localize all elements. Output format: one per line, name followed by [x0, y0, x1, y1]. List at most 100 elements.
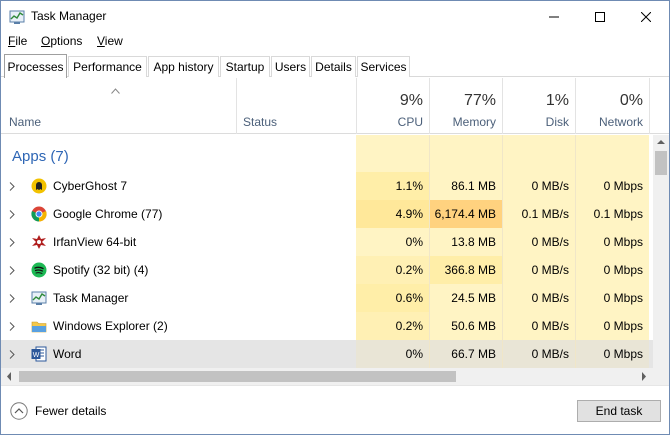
chevron-right-icon[interactable]	[9, 322, 15, 331]
end-task-button[interactable]: End task	[577, 400, 661, 422]
chevron-right-icon[interactable]	[9, 266, 15, 275]
tab-details[interactable]: Details	[311, 56, 356, 77]
tab-strip: Processes Performance App history Startu…	[1, 54, 669, 78]
scroll-right-icon[interactable]	[641, 372, 647, 381]
tab-processes[interactable]: Processes	[4, 54, 67, 78]
table-row-selected[interactable]: W Word 0% 66.7 MB 0 MB/s 0 Mbps	[1, 340, 653, 368]
memory-value: 24.5 MB	[451, 291, 496, 305]
disk-value: 0 MB/s	[531, 235, 569, 249]
group-header-apps[interactable]: Apps (7)	[1, 135, 653, 173]
tab-users[interactable]: Users	[271, 56, 310, 77]
cpu-value: 0%	[405, 235, 423, 249]
tab-startup[interactable]: Startup	[220, 56, 270, 77]
tab-app-history[interactable]: App history	[148, 56, 219, 77]
scrollbar-corner	[653, 368, 669, 385]
chevron-right-icon[interactable]	[9, 294, 15, 303]
folder-icon	[31, 321, 47, 333]
memory-value: 366.8 MB	[444, 263, 496, 277]
disk-value: 0 MB/s	[531, 291, 569, 305]
memory-value: 50.6 MB	[451, 319, 496, 333]
horizontal-scroll-thumb[interactable]	[19, 371, 456, 382]
vertical-scrollbar[interactable]	[653, 135, 669, 368]
scroll-up-icon[interactable]	[657, 139, 665, 145]
network-cell: 0 Mbps	[575, 228, 649, 256]
menu-view[interactable]: View	[97, 34, 123, 48]
menu-options[interactable]: Options	[41, 34, 82, 48]
cpu-value: 1.1%	[395, 179, 423, 193]
memory-cell: 66.7 MB	[429, 340, 502, 368]
cpu-value: 0%	[405, 347, 423, 361]
network-value: 0 Mbps	[603, 347, 643, 361]
process-name: IrfanView 64-bit	[53, 235, 137, 249]
table-row[interactable]: Google Chrome (77) 4.9% 6,174.4 MB 0.1 M…	[1, 200, 653, 228]
cpu-cell: 0.2%	[356, 256, 429, 284]
horizontal-scrollbar[interactable]	[1, 368, 653, 385]
header-memory[interactable]: 77% Memory	[429, 78, 502, 134]
menu-file-label: ile	[15, 34, 28, 48]
network-cell: 0 Mbps	[575, 256, 649, 284]
menu-file[interactable]: File	[8, 34, 27, 48]
memory-value: 6,174.4 MB	[434, 207, 496, 221]
header-disk[interactable]: 1% Disk	[502, 78, 575, 134]
process-name: Spotify (32 bit) (4)	[53, 263, 149, 277]
table-row[interactable]: IrfanView 64-bit 0% 13.8 MB 0 MB/s 0 Mbp…	[1, 228, 653, 256]
minimize-button[interactable]	[531, 1, 577, 32]
process-name: Google Chrome (77)	[53, 207, 163, 221]
header-disk-pct: 1%	[545, 92, 569, 109]
scroll-left-icon[interactable]	[6, 372, 12, 381]
chevron-right-icon[interactable]	[9, 210, 15, 219]
header-status[interactable]: Status	[236, 78, 356, 134]
menu-bar: File Options View	[1, 32, 669, 52]
footer: Fewer details End task	[1, 385, 669, 434]
network-cell: 0 Mbps	[575, 284, 649, 312]
process-name: Windows Explorer (2)	[53, 319, 168, 333]
disk-cell: 0 MB/s	[502, 340, 575, 368]
disk-value: 0 MB/s	[531, 263, 569, 277]
header-name[interactable]: Name	[1, 78, 236, 134]
cpu-cell: 4.9%	[356, 200, 429, 228]
table-row[interactable]: Spotify (32 bit) (4) 0.2% 366.8 MB 0 MB/…	[1, 256, 653, 284]
process-name: Word	[53, 347, 82, 361]
chrome-icon	[31, 206, 47, 222]
disk-value: 0 MB/s	[531, 319, 569, 333]
maximize-button[interactable]	[577, 1, 623, 32]
network-value: 0 Mbps	[603, 291, 643, 305]
svg-text:W: W	[33, 352, 40, 359]
chevron-right-icon[interactable]	[9, 182, 15, 191]
memory-cell: 13.8 MB	[429, 228, 502, 256]
memory-cell: 86.1 MB	[429, 172, 502, 200]
column-header: Name Status 9% CPU 77% Memory 1% Disk 0%…	[1, 78, 669, 134]
header-name-label: Name	[9, 115, 42, 129]
disk-cell: 0 MB/s	[502, 172, 575, 200]
tab-services[interactable]: Services	[357, 56, 410, 77]
cpu-value: 0.6%	[395, 291, 423, 305]
table-row[interactable]: Task Manager 0.6% 24.5 MB 0 MB/s 0 Mbps	[1, 284, 653, 312]
table-row[interactable]: Windows Explorer (2) 0.2% 50.6 MB 0 MB/s…	[1, 312, 653, 340]
process-name: Task Manager	[53, 291, 129, 305]
header-network-pct: 0%	[619, 92, 643, 109]
memory-value: 13.8 MB	[451, 235, 496, 249]
network-value: 0 Mbps	[603, 179, 643, 193]
header-memory-label: Memory	[452, 115, 496, 129]
table-row[interactable]: CyberGhost 7 1.1% 86.1 MB 0 MB/s 0 Mbps	[1, 172, 653, 200]
network-value: 0 Mbps	[603, 319, 643, 333]
group-cpu-cell	[356, 135, 429, 173]
disk-cell: 0 MB/s	[502, 284, 575, 312]
vertical-scroll-thumb[interactable]	[655, 151, 667, 175]
word-icon: W	[31, 346, 47, 362]
close-button[interactable]	[623, 1, 669, 32]
header-status-label: Status	[243, 115, 278, 129]
process-list: Apps (7) CyberGhost 7 1.1% 86.1 MB 0 MB/…	[1, 135, 653, 368]
group-memory-cell	[429, 135, 502, 173]
menu-view-label: iew	[104, 34, 123, 48]
chevron-right-icon[interactable]	[9, 350, 15, 359]
cpu-cell: 0.6%	[356, 284, 429, 312]
fewer-details-link[interactable]: Fewer details	[35, 404, 106, 418]
memory-cell: 366.8 MB	[429, 256, 502, 284]
header-network[interactable]: 0% Network	[575, 78, 649, 134]
header-cpu[interactable]: 9% CPU	[356, 78, 429, 134]
task-manager-window: Task Manager File Options View Processes…	[0, 0, 670, 435]
chevron-right-icon[interactable]	[9, 238, 15, 247]
chevron-up-circle-icon[interactable]	[10, 402, 28, 420]
tab-performance[interactable]: Performance	[68, 56, 147, 77]
